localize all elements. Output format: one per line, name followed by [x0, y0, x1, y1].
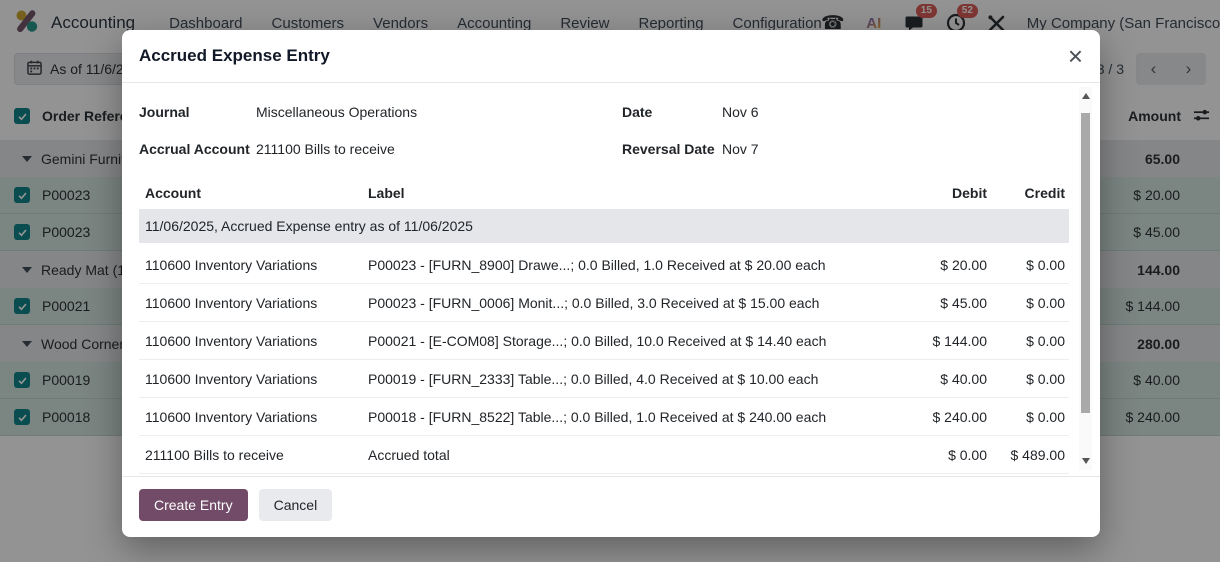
date-value[interactable]: Nov 6: [722, 104, 759, 120]
modal-scrollbar[interactable]: [1079, 87, 1092, 470]
cancel-button[interactable]: Cancel: [259, 489, 333, 521]
cell-credit: $ 0.00: [987, 295, 1069, 311]
cell-debit: $ 0.00: [877, 447, 987, 463]
header-credit: Credit: [987, 185, 1069, 201]
table-row: 110600 Inventory Variations P00023 - [FU…: [139, 246, 1069, 284]
cell-account: 211100 Bills to receive: [139, 447, 368, 463]
cell-credit: $ 0.00: [987, 371, 1069, 387]
journal-value[interactable]: Miscellaneous Operations: [256, 104, 417, 120]
table-header-row: Account Label Debit Credit: [139, 177, 1069, 209]
header-account: Account: [139, 185, 368, 201]
group-row-label: 11/06/2025, Accrued Expense entry as of …: [145, 218, 473, 234]
journal-label: Journal: [139, 104, 256, 120]
cell-debit: $ 144.00: [877, 333, 987, 349]
journal-field[interactable]: Journal Miscellaneous Operations: [139, 93, 604, 130]
cell-account: 110600 Inventory Variations: [139, 371, 368, 387]
cell-account: 110600 Inventory Variations: [139, 333, 368, 349]
accrual-account-field[interactable]: Accrual Account 211100 Bills to receive: [139, 130, 604, 167]
date-label: Date: [622, 104, 722, 120]
cell-label: P00018 - [FURN_8522] Table...; 0.0 Bille…: [368, 409, 877, 425]
cell-debit: $ 20.00: [877, 257, 987, 273]
cell-credit: $ 0.00: [987, 333, 1069, 349]
wizard-fields: Journal Miscellaneous Operations Date No…: [139, 93, 1069, 167]
cell-credit: $ 0.00: [987, 257, 1069, 273]
close-icon[interactable]: ×: [1068, 43, 1083, 69]
dialog-header: Accrued Expense Entry ×: [122, 30, 1100, 83]
cell-account: 110600 Inventory Variations: [139, 257, 368, 273]
create-entry-button[interactable]: Create Entry: [139, 489, 248, 521]
cell-account: 110600 Inventory Variations: [139, 295, 368, 311]
cell-label: P00021 - [E-COM08] Storage...; 0.0 Bille…: [368, 333, 877, 349]
cell-label: P00023 - [FURN_8900] Drawe...; 0.0 Bille…: [368, 257, 877, 273]
table-group-row: 11/06/2025, Accrued Expense entry as of …: [139, 209, 1069, 243]
date-field[interactable]: Date Nov 6: [604, 93, 1069, 130]
cell-credit: $ 0.00: [987, 409, 1069, 425]
cell-debit: $ 40.00: [877, 371, 987, 387]
header-label: Label: [368, 185, 877, 201]
cell-credit: $ 489.00: [987, 447, 1069, 463]
scrollbar-thumb[interactable]: [1081, 113, 1090, 413]
cell-debit: $ 45.00: [877, 295, 987, 311]
preview-move-lines-table: Account Label Debit Credit 11/06/2025, A…: [139, 177, 1069, 474]
table-row: 110600 Inventory Variations P00021 - [E-…: [139, 322, 1069, 360]
header-debit: Debit: [877, 185, 987, 201]
dialog-body: Journal Miscellaneous Operations Date No…: [122, 83, 1100, 476]
table-row: 110600 Inventory Variations P00023 - [FU…: [139, 284, 1069, 322]
cell-account: 110600 Inventory Variations: [139, 409, 368, 425]
cell-label: P00023 - [FURN_0006] Monit...; 0.0 Bille…: [368, 295, 877, 311]
scroll-up-arrow-icon[interactable]: [1082, 93, 1090, 99]
cell-label: P00019 - [FURN_2333] Table...; 0.0 Bille…: [368, 371, 877, 387]
dialog-footer: Create Entry Cancel: [122, 476, 1100, 537]
scroll-down-arrow-icon[interactable]: [1082, 458, 1090, 464]
cell-label: Accrued total: [368, 447, 877, 463]
accrual-account-value[interactable]: 211100 Bills to receive: [256, 141, 395, 157]
table-row-total: 211100 Bills to receive Accrued total $ …: [139, 436, 1069, 474]
dialog-title: Accrued Expense Entry: [139, 46, 330, 66]
cell-debit: $ 240.00: [877, 409, 987, 425]
accrued-expense-entry-dialog: Accrued Expense Entry × Journal Miscella…: [122, 30, 1100, 537]
table-row: 110600 Inventory Variations P00019 - [FU…: [139, 360, 1069, 398]
table-row: 110600 Inventory Variations P00018 - [FU…: [139, 398, 1069, 436]
reversal-date-field[interactable]: Reversal Date Nov 7: [604, 130, 1069, 167]
accrual-account-label: Accrual Account: [139, 141, 256, 157]
reversal-date-value[interactable]: Nov 7: [722, 141, 759, 157]
reversal-date-label: Reversal Date: [622, 141, 722, 157]
screen: Accounting Dashboard Customers Vendors A…: [0, 0, 1220, 562]
